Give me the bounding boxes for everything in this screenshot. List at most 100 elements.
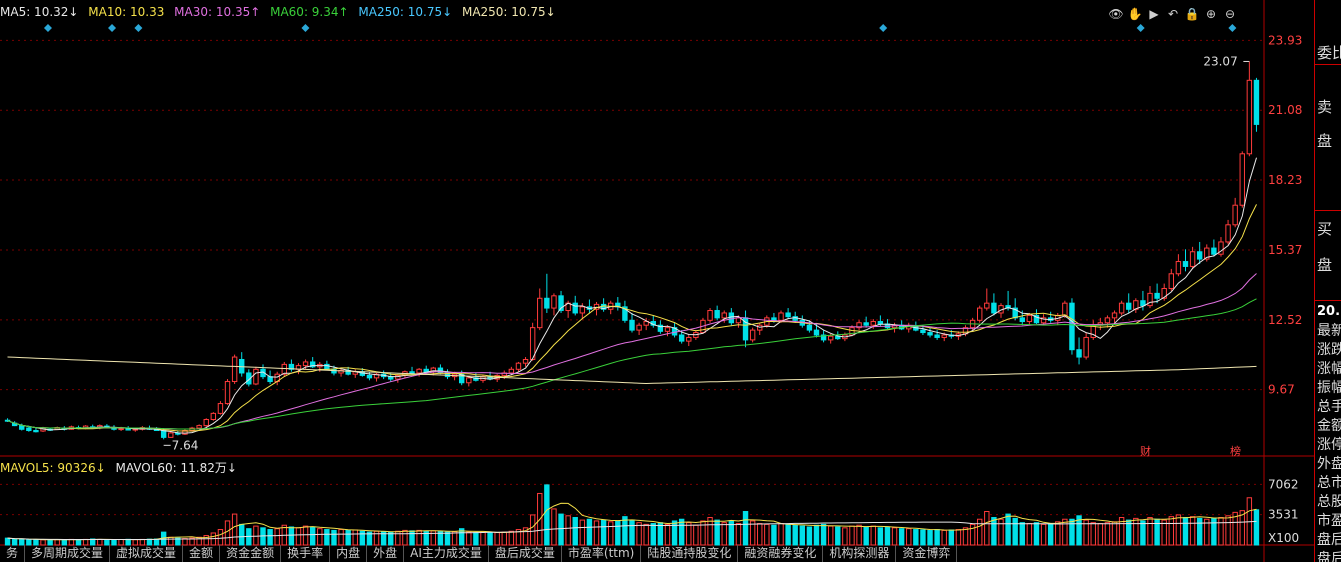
candle-body (678, 334, 685, 342)
volume-bar (352, 529, 358, 546)
dragon-tiger-marker[interactable]: 榜 (1230, 443, 1241, 459)
volume-bar (898, 528, 905, 546)
volume-bar (927, 529, 933, 546)
candle-body (977, 307, 983, 321)
volume-bar (274, 528, 280, 546)
volume-bar (487, 532, 493, 546)
volume-bar (444, 531, 451, 546)
tab-indicator[interactable]: 市盈率(ttm) (562, 545, 642, 562)
tab-indicator[interactable]: 虚拟成交量 (110, 545, 184, 562)
tab-indicator[interactable]: 多周期成交量 (25, 545, 111, 562)
candle-body (466, 377, 472, 384)
candle-body (366, 374, 373, 379)
volume-bar (494, 532, 500, 546)
volume-bar (338, 529, 344, 546)
candle-body (118, 428, 124, 431)
volume-bar (288, 526, 295, 546)
stat-label: 涨跌 (1317, 342, 1341, 358)
candle-body (1196, 251, 1203, 260)
candle-body (19, 425, 25, 430)
tab-indicator[interactable]: 务 (0, 545, 26, 562)
candle-body (522, 358, 529, 364)
lock-icon[interactable]: 🔒 (1184, 6, 1200, 22)
tab-indicator[interactable]: 金额 (183, 545, 221, 562)
candle-body (1154, 292, 1160, 299)
volume-bar (565, 515, 571, 546)
volume-bar (856, 524, 862, 546)
volume-tick-label: 7062 (1268, 477, 1299, 491)
ma5-line (7, 157, 1257, 434)
volume-bar (643, 523, 649, 546)
mavol60-label: MAVOL60: 11.82万↓ (115, 461, 237, 475)
candle-body (551, 295, 557, 309)
volume-bar (508, 530, 515, 546)
tab-indicator[interactable]: 资金金额 (220, 545, 282, 562)
candle-body (686, 336, 692, 342)
sell-char-1: 卖 (1317, 98, 1333, 116)
volume-bar (1182, 517, 1189, 546)
tab-indicator[interactable]: 内盘 (330, 545, 368, 562)
volume-bar (849, 525, 855, 546)
mavol5-label: MAVOL5: 90326↓ (0, 461, 106, 475)
financial-report-marker[interactable]: 财 (1140, 443, 1151, 459)
volume-bar (402, 529, 408, 546)
volume-bar (4, 537, 11, 546)
play-icon[interactable]: ▶ (1146, 6, 1162, 22)
volume-bar (451, 531, 458, 546)
buy-char-2: 盘 (1317, 256, 1333, 274)
volume-bar (778, 523, 784, 546)
candle-body (1019, 317, 1025, 323)
volume-bar (295, 527, 302, 546)
eye-icon[interactable]: 👁 (1108, 6, 1124, 22)
tab-indicator[interactable]: 陆股通持股变化 (641, 545, 739, 562)
candle-body (253, 368, 259, 385)
price-tick-label: 23.93 (1268, 33, 1302, 47)
volume-bar (884, 526, 891, 546)
tab-indicator[interactable]: 盘后成交量 (489, 545, 562, 562)
tab-indicator[interactable]: 机构探测器 (823, 545, 897, 562)
candle-body (1225, 224, 1231, 243)
volume-bar (771, 524, 777, 546)
panel-divider (1315, 210, 1341, 211)
candle-body (544, 297, 550, 309)
volume-bar (757, 523, 763, 546)
tab-indicator[interactable]: 外盘 (367, 545, 405, 562)
candle-body (515, 362, 522, 370)
right-quote-panel: 委比 卖 盘 买 盘 20. 最新 涨跌 涨幅 振幅 总手 金额 涨停 外盘 总… (1314, 0, 1341, 562)
volume-bar (1218, 517, 1224, 546)
volume-bar (913, 529, 919, 546)
latest-price-value: 20. (1317, 304, 1341, 319)
volume-bar (664, 523, 671, 546)
candle-body (1069, 302, 1075, 351)
candle-body (735, 317, 742, 324)
candle-body (1175, 261, 1182, 275)
price-tick-label: 18.23 (1268, 173, 1302, 187)
stat-label: 总市 (1317, 475, 1341, 491)
buy-char-1: 买 (1317, 220, 1333, 238)
tab-indicator[interactable]: 资金博弈 (896, 545, 958, 562)
tab-indicator[interactable]: AI主力成交量 (404, 545, 489, 562)
candle-body (721, 312, 727, 319)
volume-bar (1211, 517, 1217, 546)
volume-bar (1005, 513, 1011, 546)
volume-bar (693, 524, 699, 546)
candlestick-chart[interactable]: 23.93 21.08 18.23 15.37 12.52 9.67 7062 3531 X10… (0, 0, 1341, 562)
minus-icon[interactable]: ⊖ (1222, 6, 1238, 22)
event-diamond-icon (301, 24, 310, 32)
tab-indicator[interactable]: 融资融券变化 (738, 545, 824, 562)
volume-bar (906, 528, 912, 546)
volume-bar (948, 529, 955, 546)
plus-icon[interactable]: ⊕ (1203, 6, 1219, 22)
volume-bar (572, 517, 578, 546)
volume-bar (877, 527, 884, 546)
price-tick-label: 9.67 (1268, 383, 1295, 397)
volume-bar (799, 525, 806, 546)
tab-indicator[interactable]: 换手率 (281, 545, 331, 562)
volume-bar (955, 529, 962, 546)
stat-label: 外盘 (1317, 456, 1341, 472)
candle-body (707, 310, 713, 321)
hand-icon[interactable]: ✋ (1127, 6, 1143, 22)
price-tick-label: 21.08 (1268, 103, 1302, 117)
volume-bar (714, 519, 720, 546)
undo-icon[interactable]: ↶ (1165, 6, 1181, 22)
